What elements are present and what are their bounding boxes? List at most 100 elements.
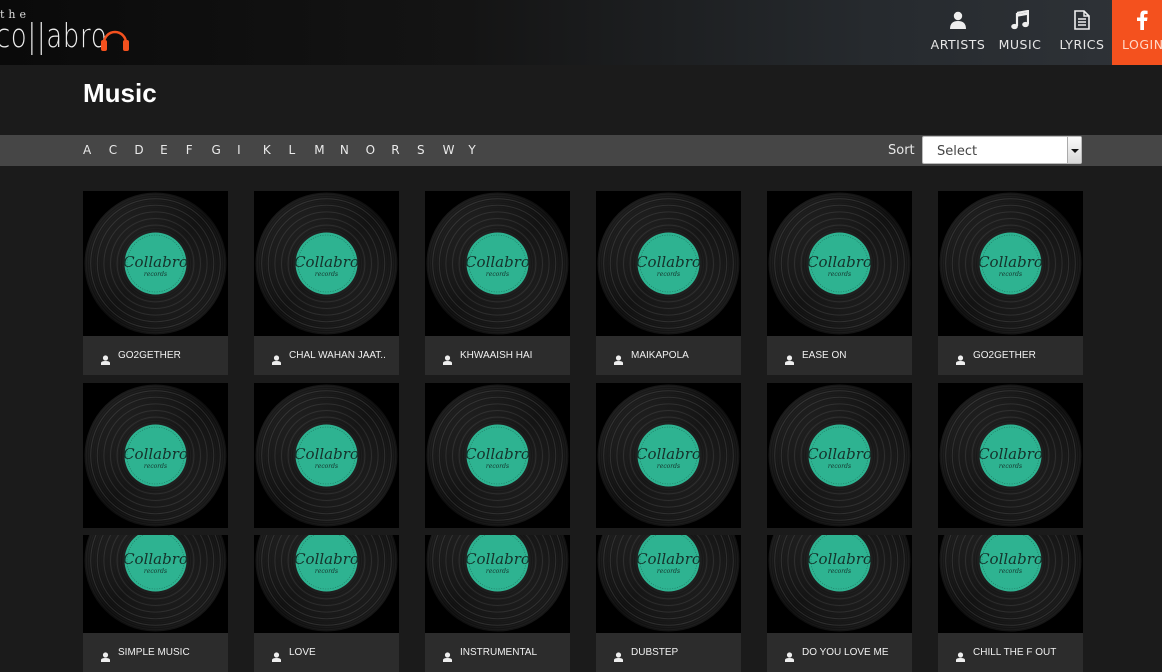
nav-lyrics-label: LYRICS — [1059, 37, 1105, 52]
alphabet-filter: ACDEFGIKLMNORSWY — [83, 139, 494, 161]
song-card[interactable]: Collabro records — [83, 383, 228, 528]
letter-filter-e[interactable]: E — [160, 139, 186, 161]
song-card[interactable]: Collabro records MAIKAPOLA — [596, 191, 741, 375]
song-card[interactable]: Collabro records DUBSTEP — [596, 535, 741, 672]
label-sub: records — [999, 271, 1022, 278]
album-art[interactable]: Collabro records — [938, 535, 1083, 633]
vinyl-record-art: Collabro records — [84, 192, 227, 335]
label-sub: records — [315, 271, 338, 278]
album-art[interactable]: Collabro records — [425, 191, 570, 336]
label-sub: records — [144, 463, 167, 470]
label-title: Collabro — [294, 253, 359, 271]
label-title: Collabro — [636, 445, 701, 463]
song-card[interactable]: Collabro records — [596, 383, 741, 528]
user-icon — [956, 350, 965, 369]
album-art[interactable]: Collabro records — [596, 535, 741, 633]
facebook-icon — [1122, 9, 1162, 31]
label-title: Collabro — [123, 550, 188, 568]
song-card[interactable]: Collabro records — [938, 383, 1083, 528]
song-card[interactable]: Collabro records GO2GETHER — [938, 191, 1083, 375]
album-art[interactable]: Collabro records — [425, 383, 570, 528]
letter-filter-l[interactable]: L — [289, 139, 315, 161]
album-art[interactable]: Collabro records — [767, 191, 912, 336]
label-sub: records — [999, 568, 1022, 575]
letter-filter-a[interactable]: A — [83, 139, 109, 161]
label-sub: records — [828, 463, 851, 470]
nav-login[interactable]: LOGIN — [1112, 0, 1162, 65]
letter-filter-s[interactable]: S — [417, 139, 443, 161]
nav-music[interactable]: MUSIC — [994, 0, 1046, 65]
logo-word: co||abro — [0, 16, 108, 55]
song-title[interactable]: EASE ON — [802, 350, 846, 361]
album-art[interactable]: Collabro records — [596, 383, 741, 528]
vinyl-record-art: Collabro records — [426, 384, 569, 527]
site-logo[interactable]: the co||abro — [0, 6, 140, 56]
song-card[interactable]: Collabro records CHAL WAHAN JAAT.. — [254, 191, 399, 375]
letter-filter-c[interactable]: C — [109, 139, 135, 161]
letter-filter-o[interactable]: O — [366, 139, 392, 161]
letter-filter-w[interactable]: W — [443, 139, 469, 161]
vinyl-record-art: Collabro records — [939, 192, 1082, 335]
song-card[interactable]: Collabro records SIMPLE MUSIC — [83, 535, 228, 672]
album-art[interactable]: Collabro records — [254, 383, 399, 528]
song-caption: CHAL WAHAN JAAT.. — [254, 336, 399, 375]
label-title: Collabro — [294, 550, 359, 568]
sort-select[interactable]: Select — [922, 136, 1082, 164]
album-art[interactable]: Collabro records — [938, 383, 1083, 528]
album-art[interactable]: Collabro records — [938, 191, 1083, 336]
song-title[interactable]: GO2GETHER — [118, 350, 181, 361]
song-title[interactable]: MAIKAPOLA — [631, 350, 689, 361]
album-art[interactable]: Collabro records — [767, 383, 912, 528]
song-card[interactable]: Collabro records KHWAAISH HAI — [425, 191, 570, 375]
song-card[interactable]: Collabro records GO2GETHER — [83, 191, 228, 375]
user-icon — [443, 647, 452, 666]
letter-filter-n[interactable]: N — [340, 139, 366, 161]
letter-filter-i[interactable]: I — [237, 139, 263, 161]
label-sub: records — [144, 271, 167, 278]
user-icon — [614, 647, 623, 666]
label-title: Collabro — [465, 253, 530, 271]
nav-lyrics[interactable]: LYRICS — [1055, 0, 1109, 65]
user-icon — [785, 350, 794, 369]
vinyl-record-art: Collabro records — [597, 192, 740, 335]
dropdown-arrow-icon[interactable] — [1067, 137, 1081, 163]
song-card[interactable]: Collabro records DO YOU LOVE ME — [767, 535, 912, 672]
letter-filter-r[interactable]: R — [391, 139, 417, 161]
nav-artists[interactable]: ARTISTS — [927, 0, 989, 65]
song-card[interactable]: Collabro records — [425, 383, 570, 528]
song-card[interactable]: Collabro records INSTRUMENTAL — [425, 535, 570, 672]
main-nav: ARTISTS MUSIC LYRICS LOGIN — [927, 0, 1162, 65]
album-art[interactable]: Collabro records — [254, 191, 399, 336]
label-sub: records — [999, 463, 1022, 470]
song-title[interactable]: KHWAAISH HAI — [460, 350, 532, 361]
song-title[interactable]: CHAL WAHAN JAAT.. — [289, 350, 386, 361]
letter-filter-f[interactable]: F — [186, 139, 212, 161]
label-title: Collabro — [123, 445, 188, 463]
song-card[interactable]: Collabro records EASE ON — [767, 191, 912, 375]
letter-filter-g[interactable]: G — [211, 139, 237, 161]
user-icon — [443, 350, 452, 369]
label-sub: records — [486, 463, 509, 470]
album-art[interactable]: Collabro records — [83, 383, 228, 528]
album-art[interactable]: Collabro records — [425, 535, 570, 633]
letter-filter-k[interactable]: K — [263, 139, 289, 161]
label-sub: records — [486, 568, 509, 575]
album-art[interactable]: Collabro records — [767, 535, 912, 633]
song-card[interactable]: Collabro records LOVE — [254, 535, 399, 672]
label-sub: records — [828, 271, 851, 278]
album-art[interactable]: Collabro records — [83, 535, 228, 633]
album-art[interactable]: Collabro records — [596, 191, 741, 336]
label-title: Collabro — [636, 253, 701, 271]
album-art[interactable]: Collabro records — [254, 535, 399, 633]
song-caption: MAIKAPOLA — [596, 336, 741, 375]
letter-filter-d[interactable]: D — [134, 139, 160, 161]
letter-filter-m[interactable]: M — [314, 139, 340, 161]
letter-filter-y[interactable]: Y — [468, 139, 494, 161]
user-icon — [101, 350, 110, 369]
song-card[interactable]: Collabro records — [254, 383, 399, 528]
vinyl-record-art: Collabro records — [426, 192, 569, 335]
album-art[interactable]: Collabro records — [83, 191, 228, 336]
song-title[interactable]: GO2GETHER — [973, 350, 1036, 361]
song-card[interactable]: Collabro records CHILL THE F OUT — [938, 535, 1083, 672]
song-card[interactable]: Collabro records — [767, 383, 912, 528]
